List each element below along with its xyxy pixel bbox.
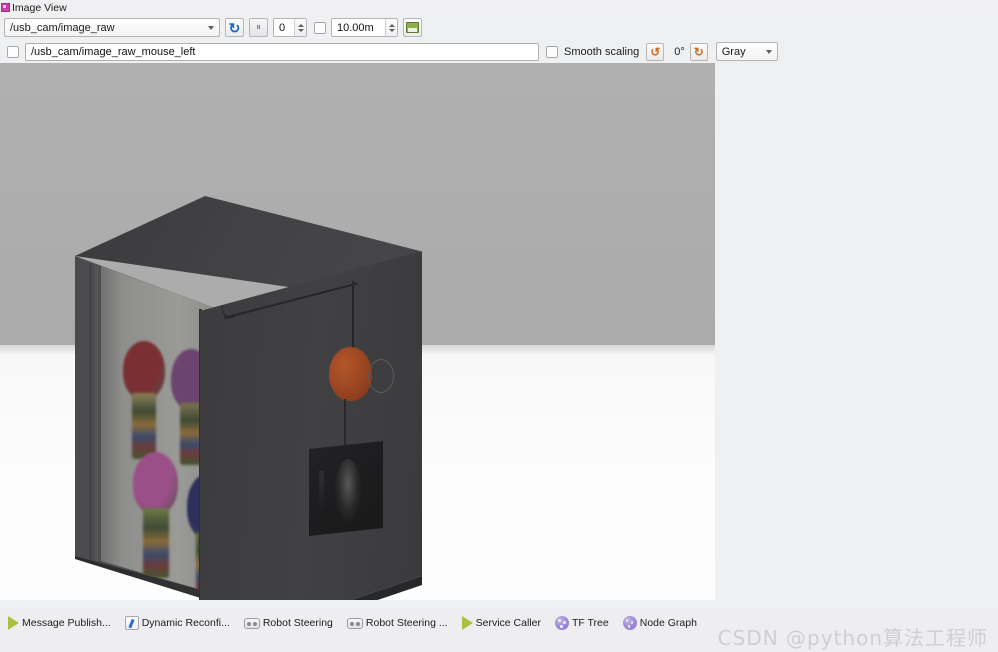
monitor-streak: [319, 471, 324, 511]
figure-cap: [133, 452, 178, 514]
taskbar-item-label: Robot Steering ...: [365, 616, 448, 629]
orange-balloon: [329, 347, 372, 401]
window-title: Image View: [12, 1, 67, 14]
chevron-down-icon: [203, 19, 219, 36]
image-view-icon: [1, 3, 10, 12]
box-face-left-seam: [89, 264, 98, 569]
pause-button[interactable]: ⏸: [249, 18, 268, 37]
panel-bottom-strip: [0, 600, 998, 608]
pen-icon: [124, 616, 139, 630]
chevron-down-icon: [761, 43, 777, 60]
taskbar-item[interactable]: Service Caller: [461, 616, 541, 630]
taskbar-item[interactable]: Message Publish...: [8, 616, 111, 630]
taskbar-item[interactable]: Node Graph: [622, 616, 697, 630]
node-graph-icon: [554, 616, 569, 630]
taskbar-item-label: Service Caller: [475, 616, 541, 629]
wall-figure: [123, 341, 165, 465]
gamepad-icon: [243, 617, 260, 629]
wire-to-monitor: [344, 399, 346, 447]
index-spinbox-value: 0: [279, 21, 286, 34]
taskbar-item-label: Dynamic Reconfi...: [141, 616, 230, 629]
taskbar-item-label: Robot Steering: [262, 616, 333, 629]
camera-image-view[interactable]: [0, 63, 715, 600]
taskbar-item-label: TF Tree: [571, 616, 609, 629]
mouse-topic-checkbox[interactable]: [7, 45, 19, 58]
node-graph-icon: [622, 616, 637, 630]
index-spinbox[interactable]: 0: [273, 18, 307, 37]
max-range-value: 10.00m: [337, 21, 374, 34]
color-scheme-value: Gray: [721, 45, 746, 58]
play-icon: [461, 616, 473, 630]
figure-cap: [123, 341, 165, 399]
max-range-spinbox[interactable]: 10.00m: [331, 18, 398, 37]
image-view-window: Image View /usb_cam/image_raw ↻ ⏸ 0 10.0…: [0, 0, 998, 652]
index-spinbox-arrows[interactable]: [294, 19, 306, 36]
window-titlebar: Image View: [0, 0, 998, 15]
ring-outline: [368, 359, 394, 393]
play-icon: [8, 616, 19, 630]
scene-box: [0, 63, 715, 600]
smooth-scaling-checkbox[interactable]: [546, 45, 558, 58]
taskbar-item[interactable]: Dynamic Reconfi...: [124, 616, 230, 630]
rotate-ccw-button[interactable]: ↺: [646, 42, 665, 61]
refresh-button[interactable]: ↻: [225, 18, 244, 37]
figure-base: [143, 508, 169, 578]
topic-combo[interactable]: /usb_cam/image_raw: [4, 18, 220, 37]
pause-icon: ⏸: [256, 21, 261, 33]
topic-combo-value: /usb_cam/image_raw: [10, 21, 115, 34]
toolbar-primary: /usb_cam/image_raw ↻ ⏸ 0 10.00m: [0, 15, 998, 40]
taskbar-items: Message Publish... Dynamic Reconfi... Robo…: [8, 612, 711, 634]
save-image-icon: [406, 22, 419, 33]
wire-horizontal: [223, 282, 358, 319]
rotate-cw-icon: ↻: [693, 44, 704, 59]
max-range-checkbox[interactable]: [314, 21, 326, 34]
taskbar: Message Publish... Dynamic Reconfi... Robo…: [0, 608, 998, 652]
watermark: CSDN @python算法工程师: [717, 626, 988, 650]
empty-right-panel: [715, 63, 998, 600]
rotate-ccw-icon: ↺: [650, 44, 661, 59]
wall-figure: [133, 452, 178, 584]
max-range-spinbox-arrows[interactable]: [385, 19, 397, 36]
taskbar-item-label: Message Publish...: [22, 616, 111, 629]
rotation-label: 0°: [674, 45, 685, 58]
taskbar-item[interactable]: Robot Steering ...: [346, 616, 448, 630]
gamepad-icon: [346, 617, 363, 629]
color-scheme-combo[interactable]: Gray: [715, 42, 778, 61]
save-image-button[interactable]: [403, 18, 422, 37]
dark-monitor-panel: [309, 441, 383, 536]
taskbar-item-label: Node Graph: [639, 616, 697, 629]
toolbar-secondary: /usb_cam/image_raw_mouse_left Smooth sca…: [0, 40, 998, 63]
smooth-scaling-label: Smooth scaling: [564, 45, 640, 58]
mouse-topic-input[interactable]: /usb_cam/image_raw_mouse_left: [25, 42, 539, 61]
rotate-cw-button[interactable]: ↻: [689, 42, 708, 61]
figure-base: [132, 393, 156, 459]
taskbar-item[interactable]: TF Tree: [554, 616, 609, 630]
monitor-reflection: [335, 459, 361, 521]
refresh-icon: ↻: [228, 19, 241, 36]
taskbar-item[interactable]: Robot Steering: [243, 616, 333, 630]
box-face-right: [200, 251, 422, 600]
